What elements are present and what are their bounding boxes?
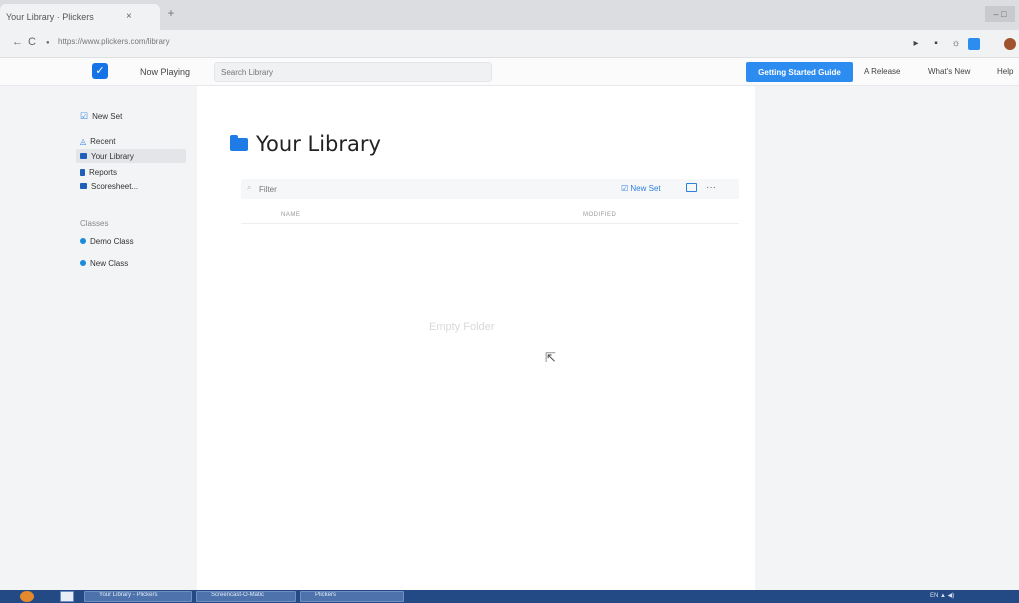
browser-tab-title: Your Library · Plickers <box>6 12 94 22</box>
new-set-button-label: New Set <box>630 184 661 193</box>
bookmark-icon[interactable]: ▸ <box>910 38 922 50</box>
file-explorer-icon[interactable] <box>60 591 74 602</box>
class-color-dot <box>80 260 86 266</box>
sidebar-new-set[interactable]: ☑ New Set <box>80 110 122 122</box>
new-set-button[interactable]: ☑ New Set <box>621 184 661 193</box>
column-header-modified[interactable]: MODIFIED <box>583 212 616 218</box>
new-set-icon: ☑ <box>621 184 629 193</box>
empty-folder-message: Empty Folder <box>429 321 495 333</box>
app-topbar: ✓ Now Playing Getting Started Guide A Re… <box>0 58 1019 86</box>
browser-tabstrip: Your Library · Plickers × + – □ <box>0 0 1019 30</box>
sidebar-item-label: Scoresheet... <box>91 181 139 191</box>
close-icon[interactable]: × <box>126 11 132 22</box>
header-divider <box>241 223 739 224</box>
new-tab-icon[interactable]: + <box>164 6 178 20</box>
reload-icon[interactable]: C <box>28 36 36 48</box>
page-title-text: Your Library <box>256 132 381 156</box>
taskbar-item[interactable]: Plickers <box>300 591 404 602</box>
now-playing-link[interactable]: Now Playing <box>140 67 190 77</box>
back-icon[interactable]: ← <box>12 36 23 48</box>
sidebar-item-reports[interactable]: Reports <box>80 166 117 178</box>
taskbar-item[interactable]: Your Library - Plickers <box>84 591 192 602</box>
lock-icon: ● <box>46 40 50 46</box>
scoresheet-icon <box>80 183 87 189</box>
os-taskbar: Your Library - Plickers Screencast-O-Mat… <box>0 590 1019 603</box>
extension-icon[interactable]: ▪ <box>930 38 942 50</box>
browser-tab[interactable]: Your Library · Plickers × <box>0 4 160 30</box>
sidebar-item-label: Recent <box>90 136 116 146</box>
column-header-name[interactable]: NAME <box>281 212 300 218</box>
more-options-icon[interactable]: ··· <box>706 182 716 193</box>
search-icon: ⌕ <box>247 183 252 192</box>
profile-avatar[interactable] <box>1004 38 1016 50</box>
help-link[interactable]: Help <box>997 67 1013 76</box>
a-release-link[interactable]: A Release <box>864 67 900 76</box>
page-title: Your Library <box>230 132 381 156</box>
sidebar-item-recent[interactable]: ◬ Recent <box>80 135 116 147</box>
plickers-extension-icon[interactable] <box>968 38 980 50</box>
class-color-dot <box>80 238 86 244</box>
plickers-logo-icon[interactable]: ✓ <box>92 63 108 79</box>
address-bar: ← C ● https://www.plickers.com/library ▸… <box>0 30 1019 58</box>
system-tray: EN ▲ ◀) <box>930 593 955 599</box>
getting-started-guide-button[interactable]: Getting Started Guide <box>746 62 853 82</box>
recent-icon: ◬ <box>80 136 87 146</box>
sidebar: ☑ New Set ◬ Recent Your Library Reports … <box>0 86 197 590</box>
library-main-panel: Your Library ⌕ ☑ New Set ··· NAME MODIFI… <box>197 86 755 590</box>
folder-icon <box>230 134 248 151</box>
sidebar-item-your-library[interactable]: Your Library <box>76 149 186 163</box>
sidebar-item-scoresheet[interactable]: Scoresheet... <box>80 180 138 192</box>
sidebar-item-label: Reports <box>89 167 118 177</box>
sidebar-item-label: Demo Class <box>90 236 134 246</box>
sidebar-class-new[interactable]: New Class <box>80 257 128 269</box>
right-pane <box>755 86 1019 590</box>
url-field[interactable]: https://www.plickers.com/library <box>58 37 558 46</box>
filter-bar: ⌕ ☑ New Set ··· <box>241 179 739 199</box>
sidebar-item-label: Your Library <box>91 151 134 161</box>
search-library-input[interactable] <box>214 62 492 82</box>
new-set-icon: ☑ <box>80 110 89 121</box>
folder-icon <box>80 153 87 159</box>
sidebar-item-label: New Set <box>92 111 123 121</box>
classes-heading: Classes <box>80 219 109 228</box>
new-folder-icon[interactable] <box>686 183 697 192</box>
reports-icon <box>80 168 85 176</box>
window-controls[interactable]: – □ <box>985 6 1015 22</box>
sidebar-class-demo[interactable]: Demo Class <box>80 235 134 247</box>
sidebar-item-label: New Class <box>90 258 129 268</box>
settings-icon[interactable]: ☼ <box>950 38 962 50</box>
start-button-icon[interactable] <box>20 591 34 602</box>
filter-input[interactable] <box>259 181 619 197</box>
taskbar-item[interactable]: Screencast-O-Matic <box>196 591 296 602</box>
mouse-cursor-icon: ⇱ <box>545 350 556 365</box>
whats-new-link[interactable]: What's New <box>928 67 970 76</box>
